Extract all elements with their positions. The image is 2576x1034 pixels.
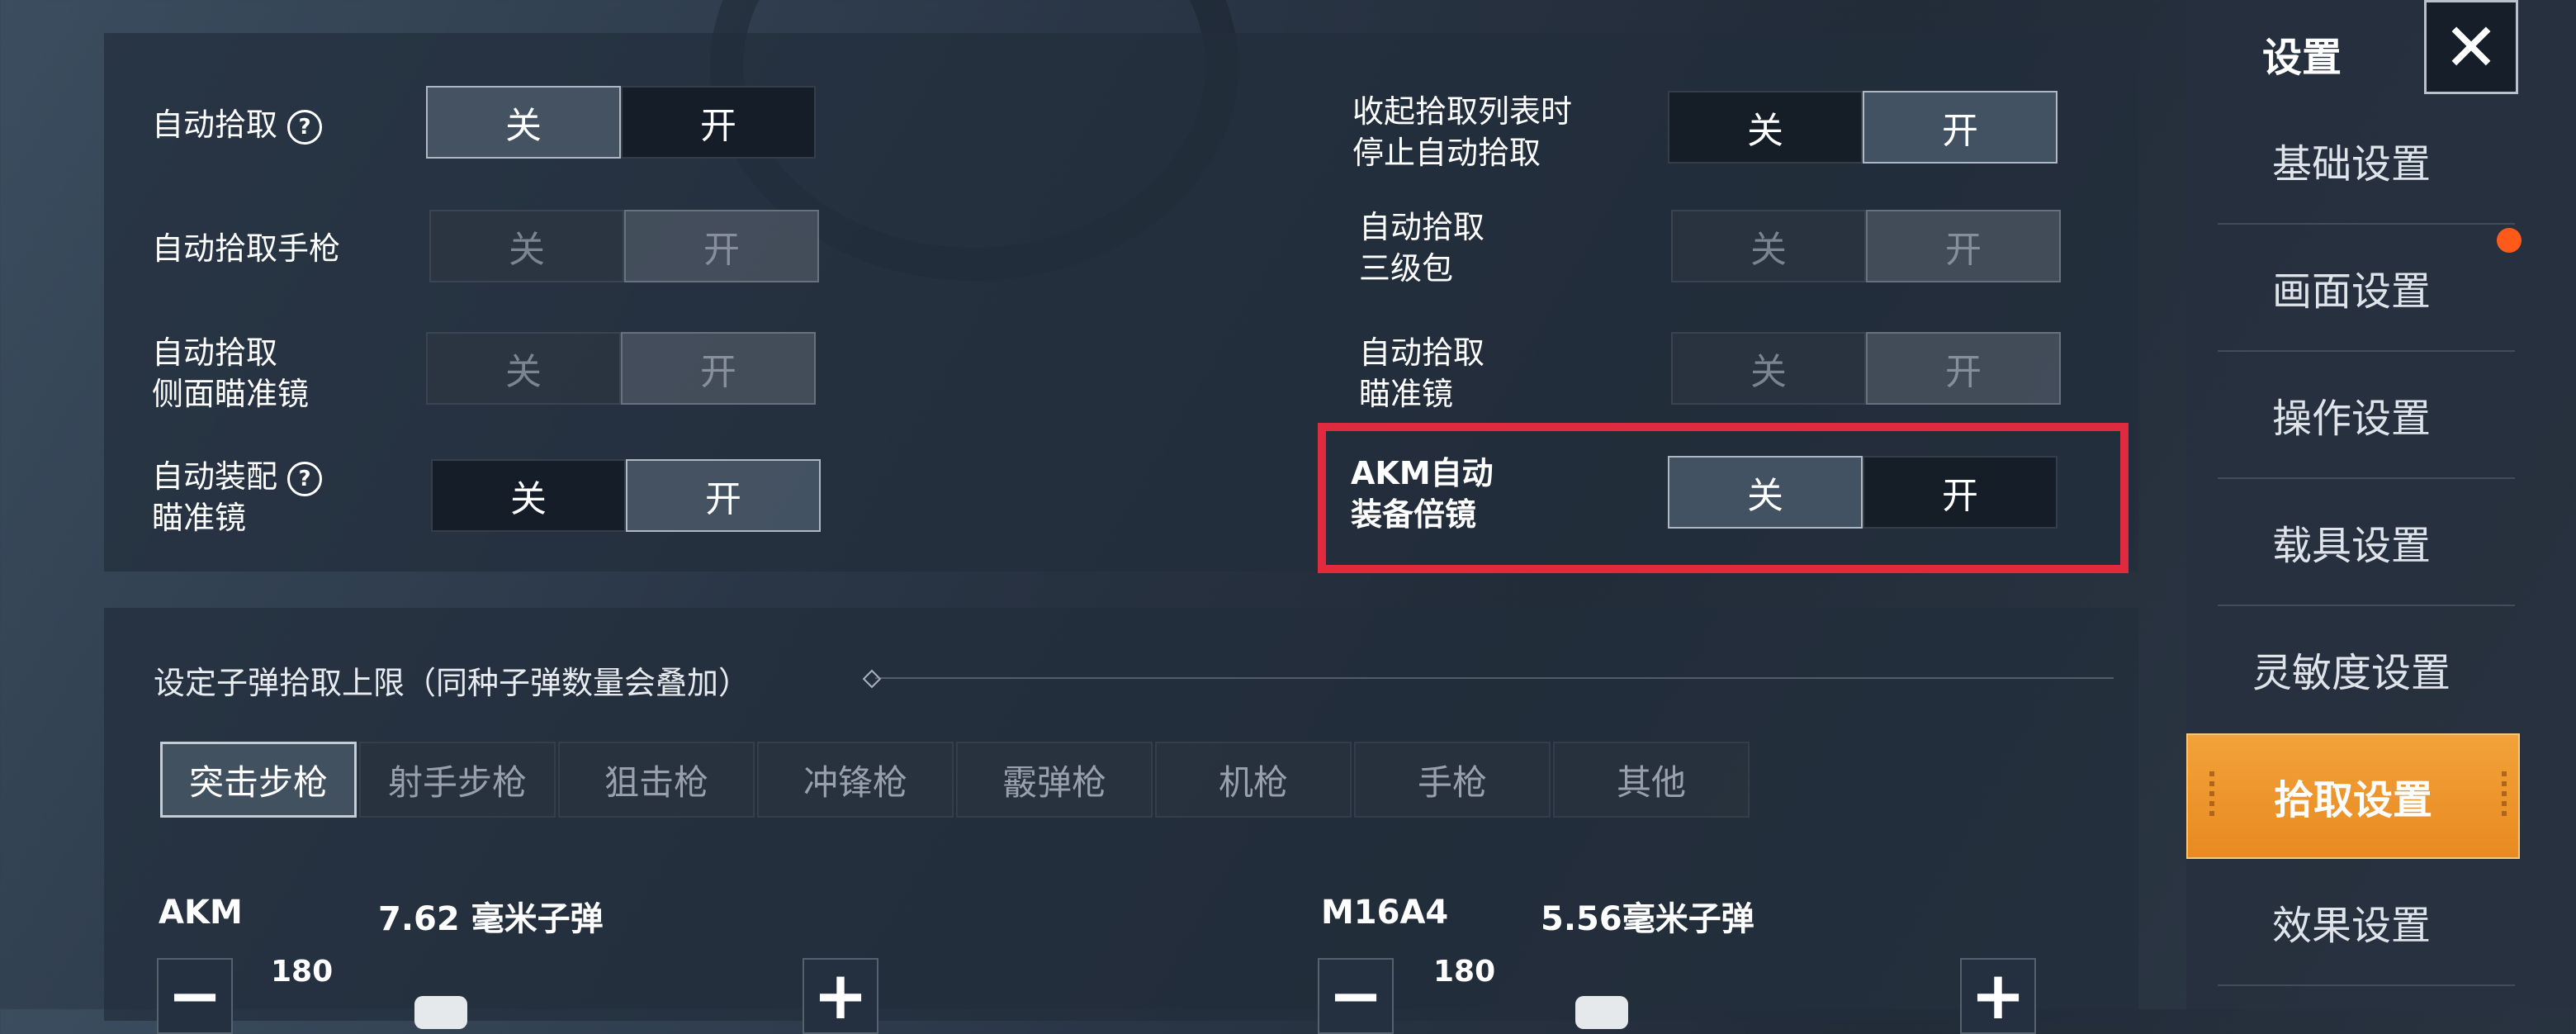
decrease-button[interactable]: − [157,958,233,1034]
auto-pickup-scope-toggle: 关 开 [1671,332,2061,408]
tab-assault-rifle[interactable]: 突击步枪 [160,742,357,818]
auto-pickup-level3-bag-toggle: 关 开 [1671,210,2061,286]
close-button[interactable]: ✕ [2424,0,2518,94]
auto-pickup-pistol-off-option[interactable]: 关 [429,210,624,282]
gun-name-m16a4: M16A4 [1321,894,1449,932]
stop-auto-pickup-off-option[interactable]: 关 [1668,91,1863,164]
sidebar-item-sensitivity[interactable]: 灵敏度设置 [2186,606,2517,732]
sidebar-item-graphics[interactable]: 画面设置 [2186,225,2517,350]
ammo-name-556: 5.56毫米子弹 [1541,900,1754,938]
sidebar-item-controls[interactable]: 操作设置 [2186,352,2517,477]
auto-pickup-side-scope-toggle: 关 开 [426,332,816,408]
increase-button[interactable]: + [1960,958,2036,1034]
auto-pickup-scope-on-option[interactable]: 开 [1866,332,2061,405]
auto-equip-scope-off-option[interactable]: 关 [431,459,626,532]
tab-marksman-rifle[interactable]: 射手步枪 [359,742,556,818]
auto-pickup-pistol-on-option[interactable]: 开 [624,210,819,282]
grip-decoration [2209,771,2214,821]
tab-pistol[interactable]: 手枪 [1354,742,1551,818]
auto-pickup-on-option[interactable]: 开 [621,86,816,159]
help-icon[interactable]: ? [287,461,323,496]
stop-auto-pickup-label: 收起拾取列表时 停止自动拾取 [1352,93,1573,171]
settings-title: 设置 [2262,35,2342,81]
ammo-count-m16a4: 180 [1433,955,1496,989]
sidebar-divider [2218,984,2515,986]
auto-equip-scope-toggle: 关 开 [431,459,821,535]
slider-knob[interactable] [414,996,467,1029]
tab-smg[interactable]: 冲锋枪 [757,742,954,818]
grip-decoration [2502,771,2507,821]
help-icon[interactable]: ? [287,109,323,145]
stop-auto-pickup-toggle: 关 开 [1668,91,2057,167]
increase-button[interactable]: + [803,958,878,1034]
sidebar-item-pickup[interactable]: 拾取设置 [2186,733,2520,859]
tab-other[interactable]: 其他 [1553,742,1750,818]
decrease-button[interactable]: − [1318,958,1394,1034]
auto-pickup-side-scope-label: 自动拾取 侧面瞄准镜 [152,334,310,412]
auto-pickup-side-scope-off-option[interactable]: 关 [426,332,621,405]
auto-pickup-off-option[interactable]: 关 [426,86,621,159]
auto-pickup-level3-bag-on-option[interactable]: 开 [1866,210,2061,282]
sidebar-item-basic[interactable]: 基础设置 [2186,97,2517,223]
auto-equip-scope-on-option[interactable]: 开 [626,459,821,532]
tab-sniper-rifle[interactable]: 狙击枪 [558,742,755,818]
auto-pickup-level3-bag-label: 自动拾取 三级包 [1359,209,1485,287]
weapon-category-tabs: 突击步枪 射手步枪 狙击枪 冲锋枪 霰弹枪 机枪 手枪 其他 [160,742,1752,818]
slider-knob[interactable] [1575,996,1628,1029]
auto-pickup-pistol-toggle: 关 开 [429,210,819,286]
gun-name-akm: AKM [159,894,243,932]
tab-machine-gun[interactable]: 机枪 [1155,742,1352,818]
ammo-count-akm: 180 [271,955,334,989]
highlight-box [1318,423,2129,573]
ammo-limit-section-title: 设定子弹拾取上限（同种子弹数量会叠加） [154,665,751,701]
tab-shotgun[interactable]: 霰弹枪 [956,742,1153,818]
sidebar-item-effects[interactable]: 效果设置 [2186,859,2517,984]
auto-pickup-level3-bag-off-option[interactable]: 关 [1671,210,1866,282]
auto-pickup-scope-label: 自动拾取 瞄准镜 [1359,334,1485,412]
ammo-name-762: 7.62 毫米子弹 [378,900,604,938]
stop-auto-pickup-on-option[interactable]: 开 [1863,91,2057,164]
auto-pickup-scope-off-option[interactable]: 关 [1671,332,1866,405]
sidebar-item-vehicle[interactable]: 载具设置 [2186,479,2517,605]
auto-pickup-side-scope-on-option[interactable]: 开 [621,332,816,405]
auto-pickup-label: 自动拾取? [152,104,323,145]
auto-pickup-pistol-label: 自动拾取手枪 [152,230,341,267]
auto-pickup-toggle: 关 开 [426,86,816,162]
auto-equip-scope-label: 自动装配? 瞄准镜 [152,456,323,538]
section-divider [875,677,2114,679]
